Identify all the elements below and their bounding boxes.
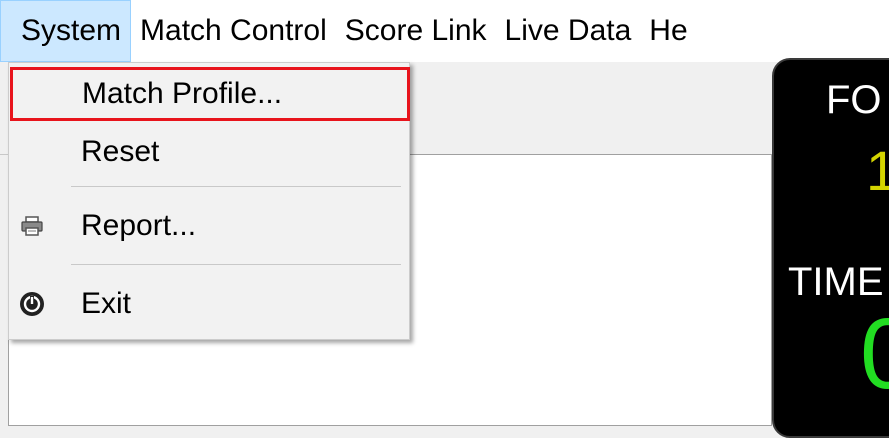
menu-item-reset[interactable]: Reset	[9, 125, 409, 179]
menu-system[interactable]: System	[0, 0, 132, 62]
menu-separator	[71, 264, 401, 265]
menu-separator	[71, 186, 401, 187]
menu-item-match-profile[interactable]: Match Profile...	[10, 67, 410, 121]
menu-bar: System Match Control Score Link Live Dat…	[0, 0, 889, 62]
menu-item-label: Report...	[81, 209, 197, 242]
system-dropdown-menu: Match Profile... Reset Report... Exit	[8, 62, 410, 340]
menu-match-control[interactable]: Match Control	[131, 0, 336, 62]
menu-score-link[interactable]: Score Link	[336, 0, 496, 62]
power-icon	[19, 291, 45, 317]
menu-item-exit[interactable]: Exit	[9, 277, 409, 331]
menu-item-label: Reset	[81, 135, 160, 168]
scoreboard-panel: FO 1 TIME 0	[772, 58, 889, 438]
printer-icon	[19, 213, 45, 239]
menu-item-report[interactable]: Report...	[9, 199, 409, 253]
time-value: 0	[860, 304, 889, 404]
fouls-value: 1	[866, 138, 889, 203]
menu-item-label: Exit	[81, 287, 132, 320]
menu-item-label: Match Profile...	[82, 77, 283, 110]
menu-help[interactable]: He	[640, 0, 696, 62]
menu-live-data[interactable]: Live Data	[496, 0, 641, 62]
fouls-label: FO	[826, 78, 882, 122]
